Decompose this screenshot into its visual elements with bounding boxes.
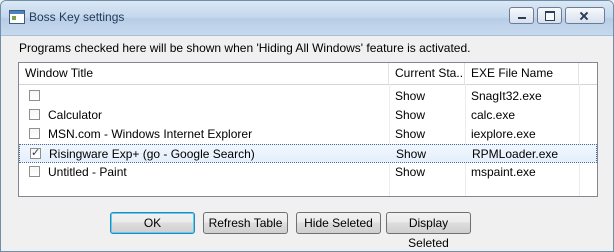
close-icon[interactable]: [565, 7, 605, 24]
maximize-icon[interactable]: [537, 7, 562, 24]
table-row[interactable]: Risingware Exp+ (go - Google Search) Show…: [19, 144, 597, 163]
column-header-exe-file-name[interactable]: EXE File Name: [465, 63, 579, 84]
cell-current-status: Show: [396, 147, 427, 161]
boss-key-settings-window: Boss Key settings Programs checked here …: [0, 0, 614, 252]
title-bar[interactable]: Boss Key settings: [1, 1, 613, 36]
column-header-current-status[interactable]: Current Sta...: [389, 63, 465, 84]
cell-current-status: Show: [395, 108, 426, 122]
column-header-window-title[interactable]: Window Title: [19, 63, 389, 84]
cell-exe-file-name: mspaint.exe: [471, 165, 536, 179]
ok-button[interactable]: OK: [110, 212, 195, 234]
cell-current-status: Show: [395, 127, 426, 141]
cell-exe-file-name: SnagIt32.exe: [471, 89, 542, 103]
table-row[interactable]: Untitled - Paint Show mspaint.exe: [19, 163, 597, 182]
row-checkbox[interactable]: [29, 166, 40, 177]
cell-window-title: MSN.com - Windows Internet Explorer: [48, 127, 253, 141]
cell-window-title: Untitled - Paint: [48, 165, 127, 179]
caption-buttons: [506, 7, 605, 24]
row-checkbox[interactable]: [29, 109, 40, 120]
cell-window-title: Risingware Exp+ (go - Google Search): [49, 147, 255, 161]
cell-exe-file-name: RPMLoader.exe: [472, 147, 559, 161]
programs-list[interactable]: Window Title Current Sta... EXE File Nam…: [18, 62, 598, 197]
row-checkbox[interactable]: [30, 146, 41, 159]
display-selected-button[interactable]: Display Seleted: [386, 212, 471, 250]
instruction-text: Programs checked here will be shown when…: [19, 41, 471, 55]
table-row[interactable]: Calculator Show calc.exe: [19, 106, 597, 125]
window-title: Boss Key settings: [29, 10, 125, 24]
list-header: Window Title Current Sta... EXE File Nam…: [19, 63, 597, 85]
table-row[interactable]: Show SnagIt32.exe: [19, 87, 597, 106]
cell-exe-file-name: iexplore.exe: [471, 127, 536, 141]
window-app-icon: [9, 10, 25, 24]
row-checkbox[interactable]: [29, 128, 40, 139]
refresh-table-button[interactable]: Refresh Table: [203, 212, 288, 234]
cell-window-title: Calculator: [48, 108, 103, 122]
cell-window-title: [48, 87, 386, 105]
table-row[interactable]: MSN.com - Windows Internet Explorer Show i…: [19, 125, 597, 144]
minimize-icon[interactable]: [509, 7, 534, 24]
cell-exe-file-name: calc.exe: [471, 108, 516, 122]
cell-current-status: Show: [395, 165, 426, 179]
row-checkbox[interactable]: [29, 90, 40, 101]
hide-selected-button[interactable]: Hide Seleted: [296, 212, 381, 234]
cell-current-status: Show: [395, 89, 426, 103]
